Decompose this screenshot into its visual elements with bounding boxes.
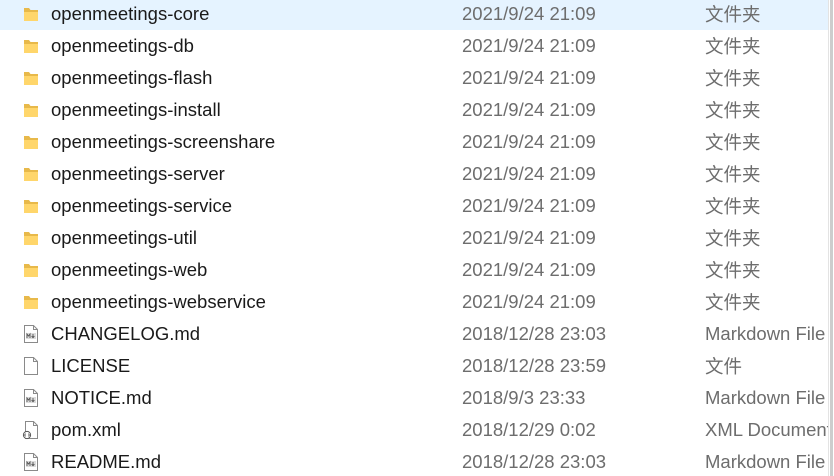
file-modified-date: 2021/9/24 21:09 bbox=[462, 195, 596, 216]
file-modified-date: 2021/9/24 21:09 bbox=[462, 259, 596, 280]
file-type: 文件夹 bbox=[705, 228, 761, 249]
file-row[interactable]: openmeetings-db 2021/9/24 21:09 文件夹 bbox=[0, 30, 828, 62]
file-type: Markdown File bbox=[705, 387, 826, 408]
file-modified-date: 2018/12/28 23:59 bbox=[462, 355, 607, 376]
file-type: 文件夹 bbox=[705, 68, 761, 89]
folder-icon bbox=[22, 100, 40, 120]
folder-icon bbox=[22, 164, 40, 184]
file-name: NOTICE.md bbox=[51, 387, 152, 408]
folder-icon bbox=[22, 36, 40, 56]
file-modified-date: 2018/12/28 23:03 bbox=[462, 451, 607, 472]
file-name: openmeetings-screenshare bbox=[51, 131, 276, 152]
folder-icon bbox=[22, 68, 40, 88]
file-type: Markdown File bbox=[705, 451, 826, 472]
markdown-file-icon bbox=[22, 388, 40, 408]
file-row[interactable]: openmeetings-webservice 2021/9/24 21:09 文件… bbox=[0, 286, 828, 318]
file-row[interactable]: openmeetings-screenshare 2021/9/24 21:09 文… bbox=[0, 126, 828, 158]
file-name: openmeetings-webservice bbox=[51, 291, 266, 312]
file-name: openmeetings-install bbox=[51, 99, 221, 120]
file-row[interactable]: pom.xml 2018/12/29 0:02 XML Document bbox=[0, 414, 828, 446]
file-name: openmeetings-core bbox=[51, 3, 210, 24]
file-modified-date: 2021/9/24 21:09 bbox=[462, 35, 596, 56]
file-modified-date: 2018/12/29 0:02 bbox=[462, 419, 596, 440]
scrollbar-thumb[interactable] bbox=[830, 0, 833, 476]
file-modified-date: 2021/9/24 21:09 bbox=[462, 99, 596, 120]
file-modified-date: 2021/9/24 21:09 bbox=[462, 291, 596, 312]
folder-icon bbox=[22, 260, 40, 280]
file-row[interactable]: openmeetings-core 2021/9/24 21:09 文件夹 bbox=[0, 0, 828, 30]
file-name: README.md bbox=[51, 451, 161, 472]
file-modified-date: 2021/9/24 21:09 bbox=[462, 67, 596, 88]
file-name: CHANGELOG.md bbox=[51, 323, 201, 344]
scrollbar-track bbox=[828, 0, 829, 476]
folder-icon bbox=[22, 4, 40, 24]
file-modified-date: 2021/9/24 21:09 bbox=[462, 163, 596, 184]
file-type: 文件夹 bbox=[705, 100, 761, 121]
vertical-scrollbar[interactable] bbox=[828, 0, 834, 476]
blank-file-icon bbox=[22, 356, 40, 376]
file-modified-date: 2021/9/24 21:09 bbox=[462, 131, 596, 152]
file-row[interactable]: openmeetings-server 2021/9/24 21:09 文件夹 bbox=[0, 158, 828, 190]
file-list: openmeetings-core 2021/9/24 21:09 文件夹 openm… bbox=[0, 0, 828, 476]
file-name: pom.xml bbox=[51, 419, 121, 440]
file-type: XML Document bbox=[705, 419, 828, 440]
file-name: openmeetings-db bbox=[51, 35, 194, 56]
file-modified-date: 2021/9/24 21:09 bbox=[462, 3, 596, 24]
file-type: 文件夹 bbox=[705, 260, 761, 281]
markdown-file-icon bbox=[22, 452, 40, 472]
file-type: 文件 bbox=[705, 356, 743, 377]
file-type: 文件夹 bbox=[705, 164, 761, 185]
file-row[interactable]: openmeetings-install 2021/9/24 21:09 文件夹 bbox=[0, 94, 828, 126]
file-row[interactable]: README.md 2018/12/28 23:03 Markdown File bbox=[0, 446, 828, 476]
file-type: 文件夹 bbox=[705, 4, 761, 25]
file-type: 文件夹 bbox=[705, 196, 761, 217]
folder-icon bbox=[22, 132, 40, 152]
markdown-file-icon bbox=[22, 324, 40, 344]
file-type: 文件夹 bbox=[705, 292, 761, 313]
file-modified-date: 2018/9/3 23:33 bbox=[462, 387, 586, 408]
file-name: openmeetings-flash bbox=[51, 67, 213, 88]
file-modified-date: 2021/9/24 21:09 bbox=[462, 227, 596, 248]
file-name: openmeetings-web bbox=[51, 259, 208, 280]
file-modified-date: 2018/12/28 23:03 bbox=[462, 323, 607, 344]
file-row[interactable]: openmeetings-flash 2021/9/24 21:09 文件夹 bbox=[0, 62, 828, 94]
file-row[interactable]: LICENSE 2018/12/28 23:59 文件 bbox=[0, 350, 828, 382]
file-row[interactable]: NOTICE.md 2018/9/3 23:33 Markdown File bbox=[0, 382, 828, 414]
folder-icon bbox=[22, 228, 40, 248]
file-type: 文件夹 bbox=[705, 36, 761, 57]
xml-file-icon bbox=[22, 420, 40, 440]
file-name: openmeetings-service bbox=[51, 195, 232, 216]
file-row[interactable]: openmeetings-service 2021/9/24 21:09 文件夹 bbox=[0, 190, 828, 222]
file-row[interactable]: CHANGELOG.md 2018/12/28 23:03 Markdown Fil… bbox=[0, 318, 828, 350]
file-name: openmeetings-util bbox=[51, 227, 198, 248]
folder-icon bbox=[22, 196, 40, 216]
file-name: LICENSE bbox=[51, 355, 131, 376]
file-row[interactable]: openmeetings-web 2021/9/24 21:09 文件夹 bbox=[0, 254, 828, 286]
file-type: Markdown File bbox=[705, 323, 826, 344]
folder-icon bbox=[22, 292, 40, 312]
file-name: openmeetings-server bbox=[51, 163, 225, 184]
file-type: 文件夹 bbox=[705, 132, 761, 153]
file-row[interactable]: openmeetings-util 2021/9/24 21:09 文件夹 bbox=[0, 222, 828, 254]
